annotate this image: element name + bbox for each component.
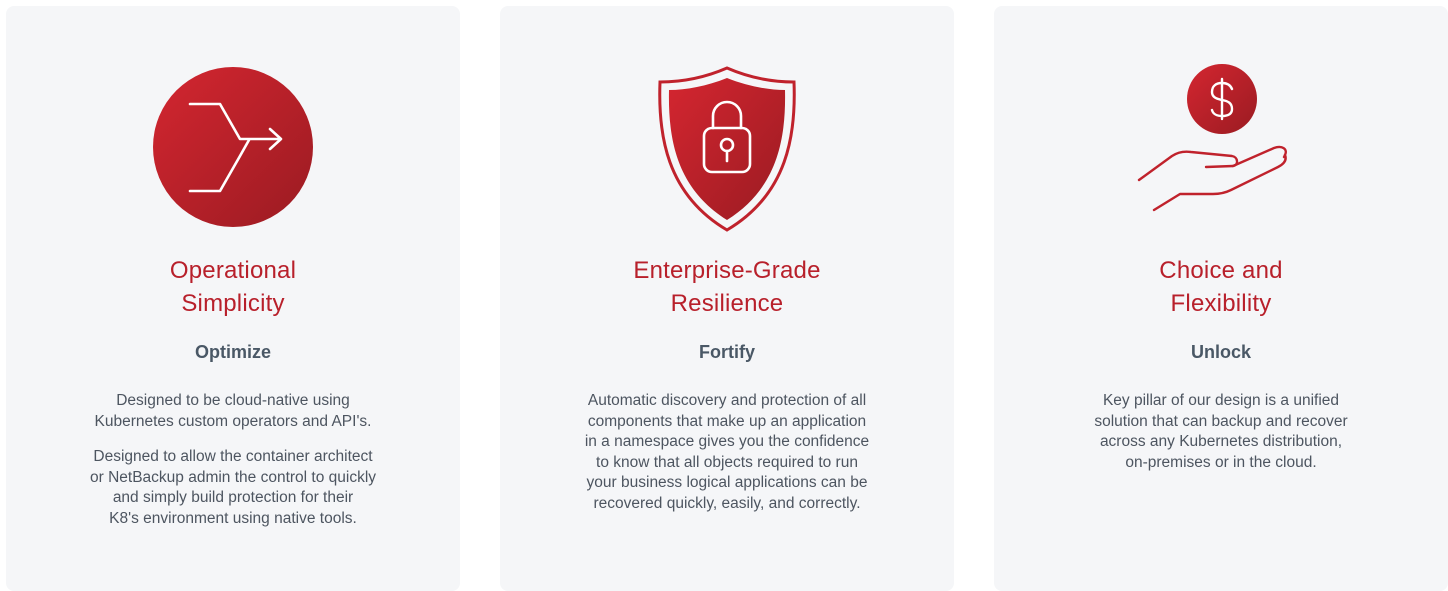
description-paragraph: Key pillar of our design is a unified so… (994, 391, 1448, 473)
description-line: Key pillar of our design is a unified (1102, 392, 1340, 409)
card-title-line: Flexibility (1170, 290, 1272, 317)
description-line: solution that can backup and recover (1094, 412, 1348, 430)
description-line: or NetBackup admin the control to quickl… (89, 468, 377, 486)
card-subtitle: Fortify (699, 342, 755, 362)
card-title-line: Simplicity (181, 290, 285, 317)
description-line: your business logical applications can b… (586, 474, 868, 491)
feature-card-enterprise-grade-resilience: Enterprise-Grade Resilience Fortify Auto… (500, 6, 954, 591)
arrow-merge-icon (6, 64, 460, 229)
description-line: on-premises or in the cloud. (1125, 453, 1317, 471)
hand-dollar-icon (994, 64, 1448, 229)
card-subtitle: Optimize (194, 342, 271, 362)
description-line: and simply build protection for their (112, 489, 354, 506)
card-title-line: Operational (169, 257, 297, 284)
card-description: Designed to be cloud-native using Kubern… (6, 391, 460, 544)
feature-card-operational-simplicity: Operational Simplicity Optimize Designed… (6, 6, 460, 591)
card-description: Key pillar of our design is a unified so… (994, 391, 1448, 488)
shield-lock-icon (500, 64, 954, 232)
description-line: Kubernetes custom operators and API's. (94, 412, 372, 430)
description-line: recovered quickly, easily, and correctly… (593, 494, 861, 512)
description-line: to know that all objects required to run (596, 453, 858, 471)
description-line: K8's environment using native tools. (109, 509, 357, 527)
description-line: components that make up an application (587, 412, 867, 430)
description-line: across any Kubernetes distribution, (1099, 433, 1343, 450)
description-line: in a namespace gives you the confidence (584, 433, 870, 450)
card-title: Enterprise-Grade Resilience (500, 254, 954, 320)
description-paragraph: Designed to allow the container architec… (6, 447, 460, 529)
feature-card-choice-and-flexibility: Choice and Flexibility Unlock Key pillar… (994, 6, 1448, 591)
description-line: Designed to be cloud-native using (116, 392, 350, 409)
card-subtitle: Unlock (1190, 342, 1251, 362)
description-paragraph: Automatic discovery and protection of al… (500, 391, 954, 514)
card-description: Automatic discovery and protection of al… (500, 391, 954, 529)
card-title-line: Resilience (670, 290, 784, 317)
description-line: Designed to allow the container architec… (93, 448, 373, 465)
card-title-line: Enterprise-Grade (633, 257, 821, 284)
description-paragraph: Designed to be cloud-native using Kubern… (6, 391, 460, 432)
card-title: Operational Simplicity (6, 254, 460, 320)
description-line: Automatic discovery and protection of al… (587, 392, 867, 409)
card-title-line: Choice and (1159, 257, 1283, 284)
card-title: Choice and Flexibility (994, 254, 1448, 320)
